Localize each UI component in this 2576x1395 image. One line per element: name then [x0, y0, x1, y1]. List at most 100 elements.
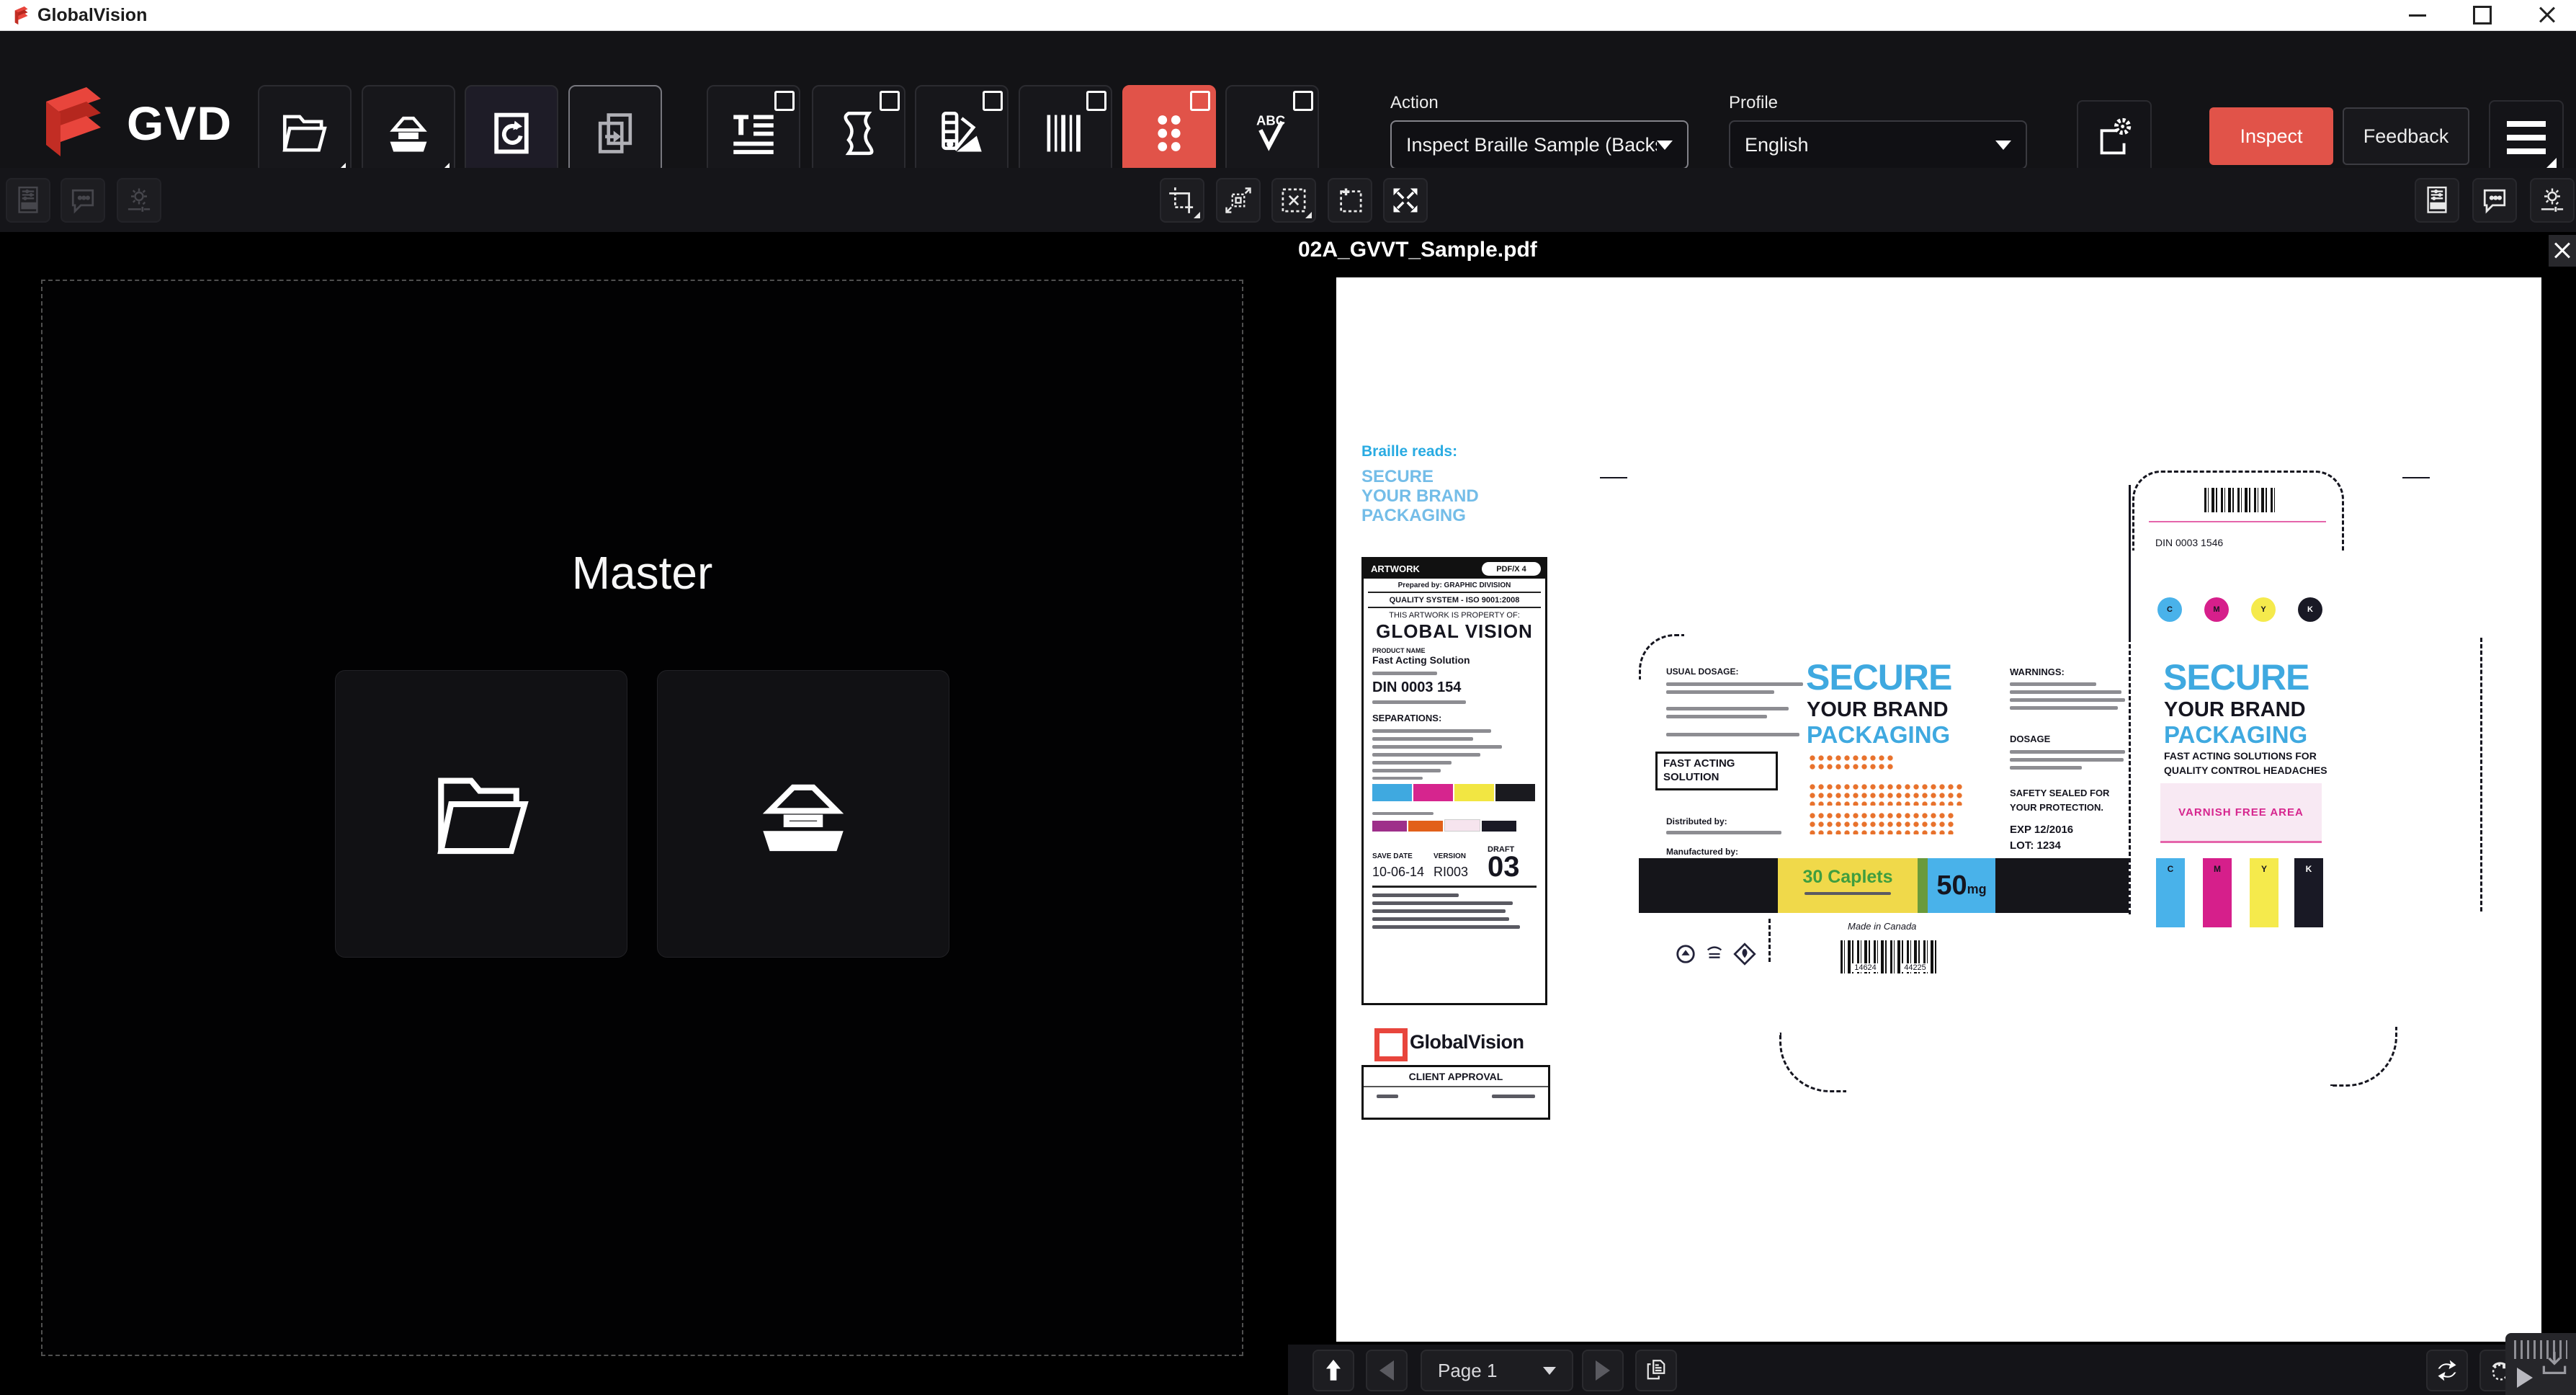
- play-icon[interactable]: [2517, 1368, 2533, 1388]
- gvd-logo: GVD: [35, 79, 232, 168]
- braille-reads-label: Braille reads:: [1361, 443, 1457, 460]
- graphics-module-button[interactable]: [812, 85, 905, 182]
- prev-page-button[interactable]: [1366, 1350, 1408, 1391]
- client-approval-box: CLIENT APPROVAL: [1361, 1065, 1550, 1120]
- minimize-button[interactable]: [2390, 0, 2445, 30]
- text-module-checkbox[interactable]: [774, 91, 795, 111]
- copy-pages-icon: [1642, 1356, 1671, 1385]
- registration-mark: [1600, 477, 1627, 478]
- svg-text:PDF: PDF: [22, 202, 33, 209]
- band-cyan-segment: 50 mg: [1928, 858, 1995, 913]
- fit-region-button[interactable]: [1216, 178, 1261, 223]
- cmyk-bar-m: M: [2203, 858, 2232, 927]
- feedback-button[interactable]: Feedback: [2343, 107, 2469, 165]
- inspect-button[interactable]: Inspect: [2209, 107, 2333, 165]
- band-yellow-segment: 30 Caplets: [1778, 858, 1918, 913]
- dose-unit: mg: [1967, 882, 1987, 897]
- yellow-swatch: [1454, 784, 1494, 801]
- scan-button[interactable]: [362, 85, 455, 182]
- clear-region-button[interactable]: [1271, 178, 1316, 223]
- product-label: PRODUCT NAME: [1372, 647, 1537, 654]
- page-thumbnails-button[interactable]: [1635, 1350, 1677, 1391]
- spelling-module-checkbox[interactable]: [1293, 91, 1313, 111]
- menu-icon: [2507, 121, 2546, 154]
- menu-button[interactable]: [2489, 100, 2564, 175]
- color-module-checkbox[interactable]: [983, 91, 1003, 111]
- master-comment-button[interactable]: [61, 178, 105, 223]
- made-in-text: Made in Canada: [1848, 921, 1916, 932]
- add-region-button[interactable]: [1328, 178, 1372, 223]
- braille-module-button[interactable]: [1122, 85, 1216, 182]
- crop-button[interactable]: [1160, 178, 1204, 223]
- comment-icon: [2479, 184, 2510, 216]
- page-dropdown[interactable]: Page 1: [1421, 1350, 1573, 1391]
- title-bar: GlobalVision: [0, 0, 2576, 31]
- multi-page-button[interactable]: [568, 85, 662, 182]
- maximize-button[interactable]: [2455, 0, 2510, 30]
- package-symbols: [1675, 942, 1757, 966]
- master-pdf-report-button[interactable]: PDF: [6, 178, 50, 223]
- next-page-button[interactable]: [1582, 1350, 1624, 1391]
- sync-button[interactable]: [465, 85, 558, 182]
- page-value: Page 1: [1438, 1360, 1543, 1382]
- pale-pink-swatch: [1444, 819, 1480, 832]
- action-dropdown[interactable]: Inspect Braille Sample (Backsi: [1390, 120, 1689, 169]
- sample-close-button[interactable]: [2549, 235, 2576, 267]
- cmyk-circle-c: C: [2157, 597, 2182, 622]
- inspect-label: Inspect: [2240, 125, 2302, 148]
- braille-dots-row: [1810, 784, 1962, 806]
- braille-module-checkbox[interactable]: [1190, 91, 1210, 111]
- separations-label: SEPARATIONS:: [1372, 713, 1537, 723]
- open-file-button[interactable]: [258, 85, 352, 182]
- barcode-module-button[interactable]: [1019, 85, 1112, 182]
- feedback-label: Feedback: [2363, 125, 2449, 148]
- scan-icon: [749, 767, 857, 861]
- load-sample-popup[interactable]: [2505, 1333, 2576, 1395]
- chevron-down-icon: [1543, 1367, 1556, 1375]
- dieline-curve: [1639, 634, 1684, 679]
- sample-brightness-button[interactable]: [2530, 178, 2575, 223]
- text-module-button[interactable]: [707, 85, 800, 182]
- profile-value: English: [1745, 134, 1995, 156]
- master-drop-zone[interactable]: Master: [41, 280, 1243, 1356]
- dieline-edge: [2129, 485, 2131, 639]
- page-up-button[interactable]: [1312, 1350, 1354, 1391]
- cyan-swatch: [1372, 784, 1412, 801]
- text-module-icon: [727, 107, 780, 160]
- cmyk-bar-k: K: [2294, 858, 2323, 927]
- cmyk-bar-c: C: [2156, 858, 2185, 927]
- gvd-logo-icon: [35, 79, 115, 168]
- color-module-button[interactable]: [915, 85, 1009, 182]
- pdfx-badge: PDF/X 4: [1482, 562, 1541, 576]
- export-settings-button[interactable]: [2077, 100, 2152, 175]
- pages-icon: [589, 107, 642, 160]
- sync-icon: [485, 107, 538, 160]
- profile-dropdown[interactable]: English: [1729, 120, 2027, 169]
- cmyk-circle-k: K: [2298, 597, 2322, 622]
- sample-document[interactable]: Braille reads: SECURE YOUR BRAND PACKAGI…: [1336, 277, 2541, 1342]
- artwork-company: GLOBAL VISION: [1364, 620, 1545, 643]
- master-brightness-button[interactable]: [117, 178, 161, 223]
- color-module-icon: [935, 107, 988, 160]
- registration-mark: [2402, 477, 2430, 478]
- spelling-module-button[interactable]: ABC: [1225, 85, 1319, 182]
- swap-compare-button[interactable]: [2426, 1350, 2468, 1391]
- close-button[interactable]: [2520, 0, 2575, 30]
- master-scan-card[interactable]: [657, 670, 949, 958]
- pdf-report-icon: PDF: [12, 184, 44, 216]
- flammable-icon: [1732, 942, 1757, 966]
- dieline-vertical: [2129, 638, 2131, 914]
- page-nav-bar: Page 1: [1288, 1345, 2576, 1395]
- cmyk-circle-y: Y: [2251, 597, 2276, 622]
- master-open-file-card[interactable]: [335, 670, 627, 958]
- sample-pdf-report-button[interactable]: PDF: [2415, 178, 2459, 223]
- graphics-module-checkbox[interactable]: [880, 91, 900, 111]
- sample-comment-button[interactable]: [2472, 178, 2517, 223]
- barcode-module-checkbox[interactable]: [1086, 91, 1106, 111]
- dosage-label: DOSAGE: [2010, 734, 2050, 744]
- additional-swatches: [1372, 819, 1537, 835]
- expand-button[interactable]: [1383, 178, 1428, 223]
- black-swatch: [1495, 784, 1535, 801]
- band-black-segment: [1995, 858, 2129, 913]
- action-label: Action: [1390, 93, 1439, 113]
